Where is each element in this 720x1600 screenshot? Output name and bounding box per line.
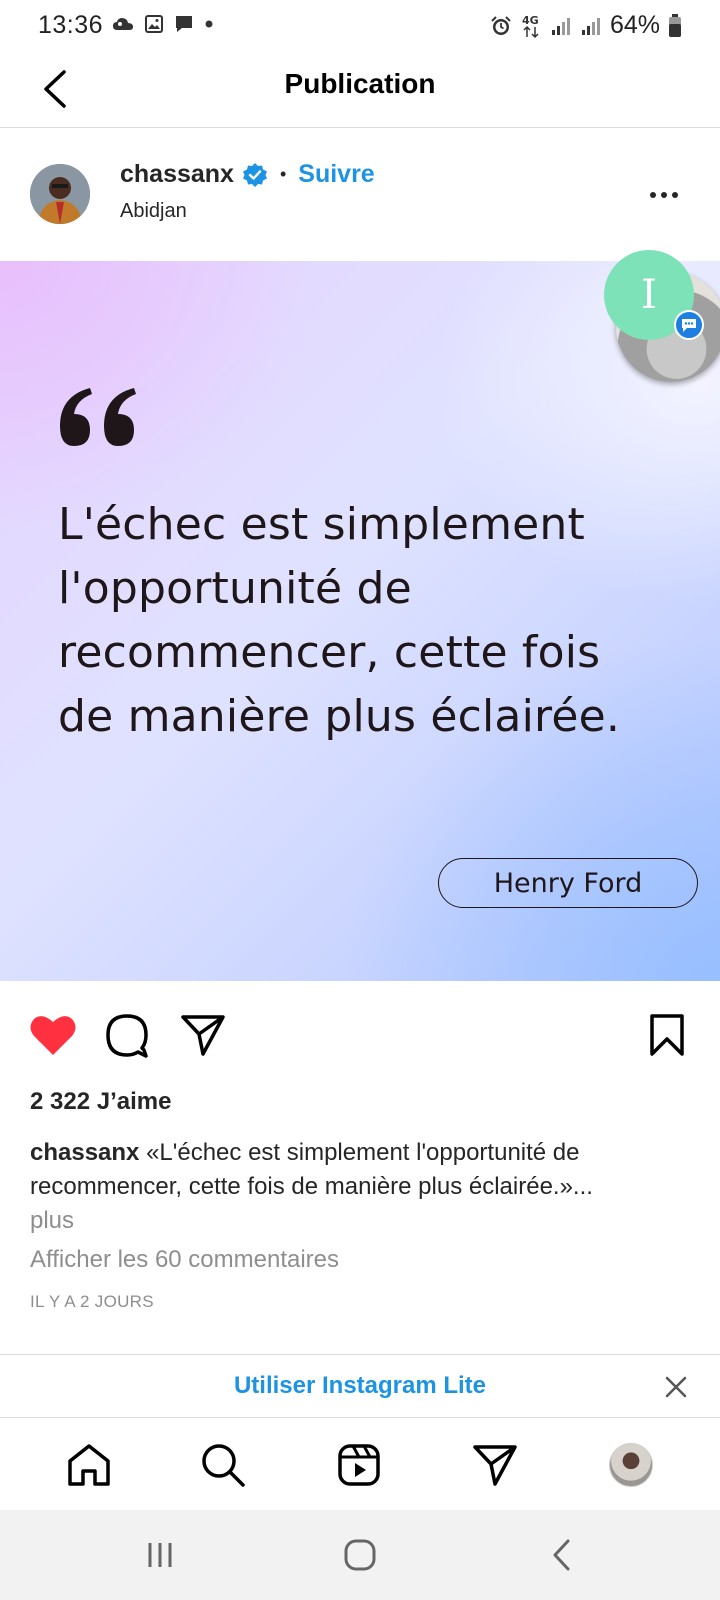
more-dot-icon — [650, 192, 656, 198]
direct-icon — [473, 1445, 517, 1486]
more-options-button[interactable] — [644, 180, 684, 210]
battery-percent: 64% — [609, 11, 660, 39]
search-icon — [202, 1444, 245, 1487]
page-title: Publication — [284, 68, 436, 99]
quote-author-pill: Henry Ford — [438, 858, 698, 908]
likes-count[interactable]: 2 322 J’aime — [30, 1088, 171, 1116]
post-location[interactable]: Abidjan — [120, 200, 187, 223]
home-circle-icon — [344, 1539, 376, 1571]
network-4g-icon: 4G — [522, 14, 539, 38]
status-bar: 13:36 4G 64% — [0, 0, 720, 52]
bookmark-icon — [650, 1014, 684, 1056]
use-instagram-lite-link[interactable]: Utiliser Instagram Lite — [0, 1372, 720, 1400]
caption-username[interactable]: chassanx — [30, 1139, 139, 1166]
home-icon — [68, 1444, 110, 1486]
author-username[interactable]: chassanx — [120, 160, 234, 189]
message-icon — [176, 16, 192, 32]
comment-icon — [106, 1014, 148, 1058]
system-home-button[interactable] — [330, 1534, 390, 1576]
recents-button[interactable] — [130, 1534, 190, 1576]
post-image[interactable]: L'échec est simplement l'opportunité de … — [0, 261, 720, 981]
follow-button[interactable]: Suivre — [298, 160, 374, 189]
verified-badge-icon — [242, 162, 267, 187]
chat-badge-icon — [674, 310, 704, 340]
more-dot-icon — [672, 192, 678, 198]
post-header: chassanx • Suivre Abidjan — [0, 130, 720, 260]
like-button[interactable] — [28, 1012, 78, 1058]
view-comments-link[interactable]: Afficher les 60 commentaires — [30, 1246, 339, 1274]
app-header: Publication — [0, 52, 720, 128]
system-back-icon — [553, 1539, 570, 1571]
close-banner-button[interactable] — [658, 1369, 694, 1405]
quote-mark-icon — [60, 388, 136, 446]
profile-avatar — [609, 1443, 653, 1487]
close-icon — [665, 1376, 687, 1398]
floating-chat-head[interactable]: I — [604, 250, 720, 386]
recents-icon — [148, 1543, 172, 1567]
status-time: 13:36 — [38, 11, 104, 39]
signal-icon-2 — [581, 17, 600, 35]
cloud-icon — [113, 18, 133, 30]
signal-icon — [551, 17, 570, 35]
heart-icon — [30, 1016, 76, 1055]
post-action-bar — [0, 1000, 720, 1070]
share-button[interactable] — [178, 1012, 228, 1058]
status-right: 4G 64% — [490, 11, 682, 40]
nav-profile[interactable] — [606, 1440, 656, 1490]
author-name-row: chassanx • Suivre — [120, 160, 375, 189]
svg-text:4G: 4G — [522, 14, 539, 27]
post-caption: chassanx «L'échec est simplement l'oppor… — [30, 1136, 690, 1238]
author-avatar[interactable] — [30, 164, 90, 224]
system-back-button[interactable] — [532, 1534, 592, 1576]
system-navigation-bar — [0, 1510, 720, 1600]
nav-direct[interactable] — [470, 1440, 520, 1490]
quote-text: L'échec est simplement l'opportunité de … — [58, 499, 621, 742]
nav-search[interactable] — [198, 1440, 248, 1490]
nav-home[interactable] — [64, 1440, 114, 1490]
instagram-lite-banner: Utiliser Instagram Lite — [0, 1354, 720, 1418]
notification-icons — [112, 14, 214, 34]
avatar-image — [30, 164, 90, 224]
save-button[interactable] — [642, 1012, 692, 1058]
reels-icon — [338, 1444, 380, 1486]
gallery-icon — [145, 15, 163, 33]
battery-icon — [669, 13, 681, 37]
post-date: IL Y A 2 JOURS — [30, 1292, 154, 1311]
nav-reels[interactable] — [334, 1440, 384, 1490]
more-dot-icon — [661, 192, 667, 198]
more-notifications-dot — [205, 20, 213, 28]
caption-more-link[interactable]: plus — [30, 1204, 690, 1238]
comment-button[interactable] — [102, 1012, 152, 1058]
alarm-icon — [491, 15, 511, 35]
share-icon — [181, 1015, 225, 1056]
bottom-navigation — [0, 1418, 720, 1510]
dot-separator: • — [279, 164, 287, 184]
